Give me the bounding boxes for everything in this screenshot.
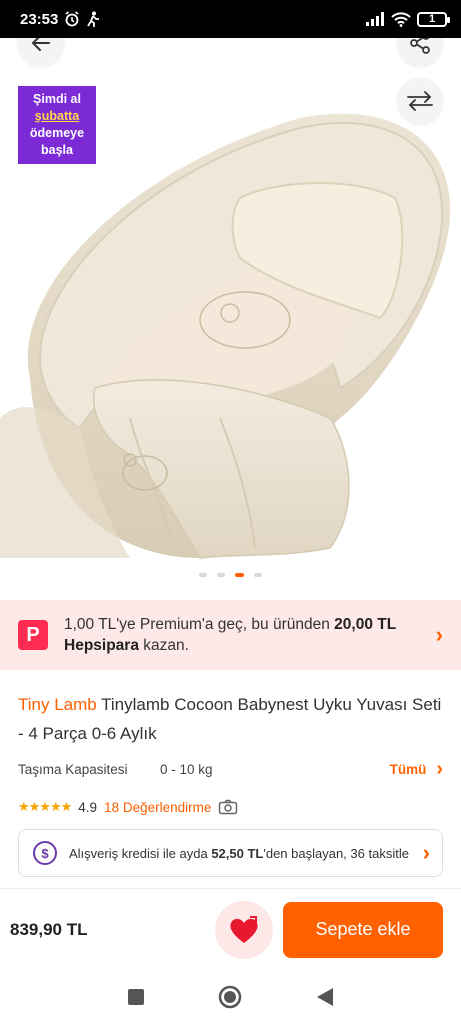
credit-text-post: 'den başlayan, 36 taksitle — [263, 845, 409, 861]
premium-text-post: kazan. — [138, 637, 189, 654]
gallery-pagination — [0, 573, 461, 577]
gallery-dot[interactable] — [199, 573, 207, 577]
product-price: 839,90 TL — [10, 919, 88, 939]
circle-nav-icon[interactable] — [218, 985, 242, 1009]
credit-text-pre: Alışveriş kredisi ile ayda — [69, 845, 212, 861]
triangle-nav-icon[interactable] — [316, 987, 334, 1007]
brand-link[interactable]: Tiny Lamb — [18, 695, 97, 714]
product-title: Tiny Lamb Tinylamb Cocoon Babynest Uyku … — [18, 690, 443, 748]
rating-stars: ★★★★★ — [18, 799, 72, 814]
promo-line3: ödemeye — [29, 126, 85, 140]
reviews-link[interactable]: 18 Değerlendirme — [104, 800, 211, 815]
credit-text: Alışveriş kredisi ile ayda 52,50 TL'den … — [69, 845, 415, 862]
wifi-icon — [391, 11, 411, 27]
product-gallery[interactable]: Şimdi al şubatta ödemeye başla — [0, 38, 461, 598]
gallery-dot[interactable] — [217, 573, 225, 577]
credit-icon: $ — [33, 841, 57, 865]
status-time: 23:53 — [20, 10, 59, 28]
spec-row: Taşıma Kapasitesi 0 - 10 kg Tümü › — [18, 758, 443, 781]
chevron-right-icon: › — [422, 840, 430, 865]
heart-icon — [230, 915, 258, 943]
hepsipara-logo-icon: P — [18, 620, 48, 650]
promo-line4: başla — [41, 143, 73, 157]
premium-banner[interactable]: P 1,00 TL'ye Premium'a geç, bu üründen 2… — [0, 600, 461, 670]
promo-line1: Şimdi al — [33, 92, 81, 106]
spec-label: Taşıma Kapasitesi — [18, 762, 128, 777]
square-nav-icon[interactable] — [127, 988, 145, 1006]
credit-amount: 52,50 TL — [211, 845, 264, 861]
share-icon — [410, 38, 430, 54]
share-button[interactable] — [397, 38, 443, 66]
gallery-dot-active[interactable] — [235, 573, 244, 577]
add-to-cart-button[interactable]: Sepete ekle — [283, 901, 443, 958]
signal-icon — [366, 12, 384, 26]
favorite-button[interactable] — [215, 900, 273, 959]
credit-offer[interactable]: $ Alışveriş kredisi ile ayda 52,50 TL'de… — [18, 829, 443, 877]
walk-icon — [87, 11, 100, 27]
battery-icon: 1 — [417, 11, 450, 27]
product-info: Tiny Lamb Tinylamb Cocoon Babynest Uyku … — [18, 690, 443, 877]
rating-row[interactable]: ★★★★★ 4.9 18 Değerlendirme — [18, 799, 443, 815]
installment-promo-badge[interactable]: Şimdi al şubatta ödemeye başla — [18, 86, 96, 164]
back-button[interactable] — [18, 38, 64, 66]
compare-icon — [407, 91, 433, 111]
camera-icon — [219, 799, 238, 815]
status-bar: 23:53 1 — [0, 0, 461, 38]
chevron-right-icon: › — [435, 622, 443, 647]
rating-value: 4.9 — [78, 799, 98, 815]
compare-button[interactable] — [397, 78, 443, 124]
system-nav-bar — [0, 970, 461, 1024]
alarm-icon — [65, 11, 79, 27]
premium-text-pre: 1,00 TL'ye Premium'a geç, bu üründen — [64, 616, 335, 633]
chevron-right-icon: › — [436, 758, 443, 780]
premium-text: 1,00 TL'ye Premium'a geç, bu üründen 20,… — [64, 614, 428, 656]
all-specs-link[interactable]: Tümü › — [390, 758, 443, 781]
gallery-dot[interactable] — [254, 573, 262, 577]
back-arrow-icon — [31, 38, 50, 51]
spec-value: 0 - 10 kg — [160, 762, 213, 777]
purchase-bar: 839,90 TL Sepete ekle — [0, 888, 461, 970]
promo-line2: şubatta — [34, 109, 80, 123]
all-specs-label: Tümü — [389, 762, 427, 777]
